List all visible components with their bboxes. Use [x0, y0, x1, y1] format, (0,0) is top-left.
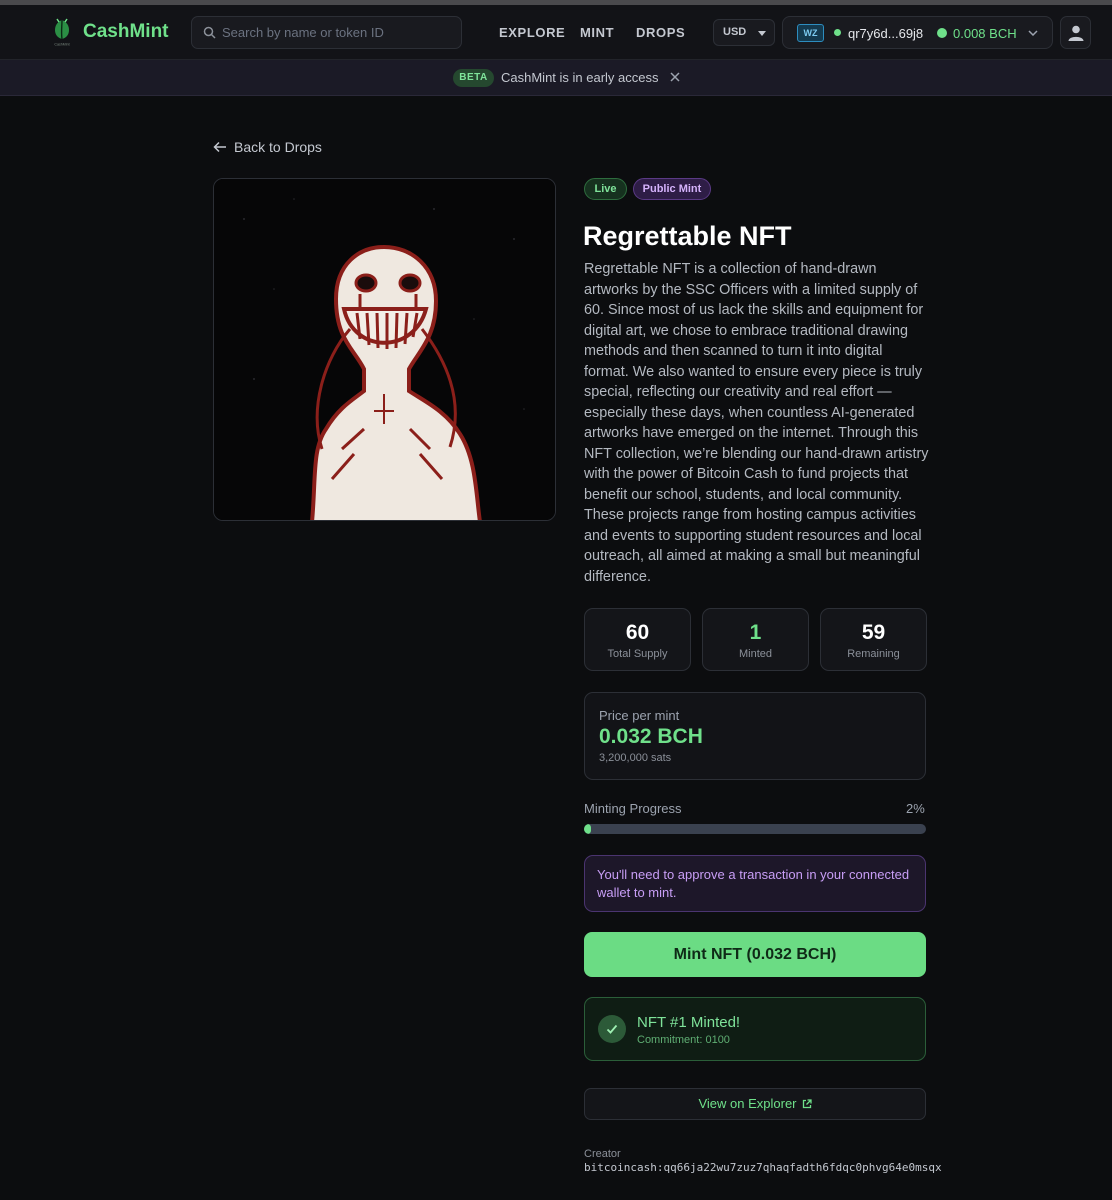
stat-label: Remaining	[847, 648, 900, 660]
currency-select[interactable]: USD	[713, 19, 775, 46]
check-icon	[598, 1015, 626, 1043]
success-commitment: Commitment: 0100	[637, 1034, 730, 1046]
arrow-left-icon	[213, 141, 226, 153]
status-badge-public-mint: Public Mint	[633, 178, 711, 200]
wallet-balance: 0.008 BCH	[953, 26, 1017, 41]
mint-nft-button[interactable]: Mint NFT (0.032 BCH)	[584, 932, 926, 977]
stat-value: 59	[861, 621, 886, 644]
price-label: Price per mint	[599, 708, 680, 723]
stat-remaining: 59 Remaining	[820, 608, 927, 671]
progress-percent: 2%	[906, 801, 925, 816]
wallet-approval-notice: You'll need to approve a transaction in …	[584, 855, 926, 912]
nft-artwork-image	[213, 178, 556, 521]
status-badge-live: Live	[584, 178, 627, 200]
back-label: Back to Drops	[234, 139, 322, 155]
progress-label: Minting Progress	[584, 801, 682, 816]
search-icon	[203, 26, 216, 39]
chevron-down-icon	[1028, 30, 1038, 36]
creator-label: Creator	[584, 1148, 621, 1160]
beta-badge: BETA	[453, 69, 494, 87]
search-box[interactable]	[191, 16, 462, 49]
top-navbar: CashMint CashMint EXPLORE MINT DROPS USD…	[0, 5, 1112, 60]
explorer-label: View on Explorer	[698, 1096, 797, 1111]
stat-minted: 1 Minted	[702, 608, 809, 671]
price-value: 0.032 BCH	[599, 725, 703, 748]
nav-mint[interactable]: MINT	[580, 25, 614, 40]
stat-value: 1	[749, 621, 762, 644]
drop-title: Regrettable NFT	[583, 221, 792, 251]
nav-explore[interactable]: EXPLORE	[499, 25, 565, 40]
drop-description: Regrettable NFT is a collection of hand-…	[584, 261, 929, 585]
creator-address[interactable]: bitcoincash:qq66ja22wu7zuz7qhaqfadth6fdq…	[584, 1161, 942, 1174]
wallet-button[interactable]: WZ qr7y6d...69j8 0.008 BCH	[782, 16, 1053, 49]
brand-name[interactable]: CashMint	[83, 21, 169, 43]
search-input[interactable]	[222, 17, 457, 48]
user-icon	[1068, 25, 1084, 41]
stat-label: Minted	[738, 648, 773, 660]
stat-total-supply: 60 Total Supply	[584, 608, 691, 671]
external-link-icon	[802, 1099, 812, 1109]
price-sats: 3,200,000 sats	[599, 752, 672, 764]
stat-value: 60	[625, 621, 650, 644]
beta-banner: BETA CashMint is in early access	[0, 60, 1112, 96]
nav-drops[interactable]: DROPS	[636, 25, 685, 40]
close-icon[interactable]	[670, 72, 680, 82]
chevron-down-icon	[758, 31, 766, 36]
view-on-explorer-button[interactable]: View on Explorer	[584, 1088, 926, 1120]
logo-caption: CashMint	[54, 43, 69, 47]
wallet-address: qr7y6d...69j8	[848, 26, 924, 41]
mint-success-card: NFT #1 Minted! Commitment: 0100	[584, 997, 926, 1061]
wallet-badge: WZ	[797, 24, 824, 42]
success-title: NFT #1 Minted!	[637, 1014, 741, 1031]
price-card: Price per mint 0.032 BCH 3,200,000 sats	[584, 692, 926, 780]
connected-dot-icon	[834, 29, 841, 36]
cashmint-logo-icon[interactable]: CashMint	[50, 17, 74, 47]
stat-label: Total Supply	[607, 648, 668, 660]
balance-dot-icon	[937, 28, 947, 38]
currency-value: USD	[723, 26, 747, 38]
progress-fill	[584, 824, 591, 834]
beta-text: CashMint is in early access	[501, 70, 659, 85]
user-menu-button[interactable]	[1060, 16, 1091, 49]
progress-bar	[584, 824, 926, 834]
